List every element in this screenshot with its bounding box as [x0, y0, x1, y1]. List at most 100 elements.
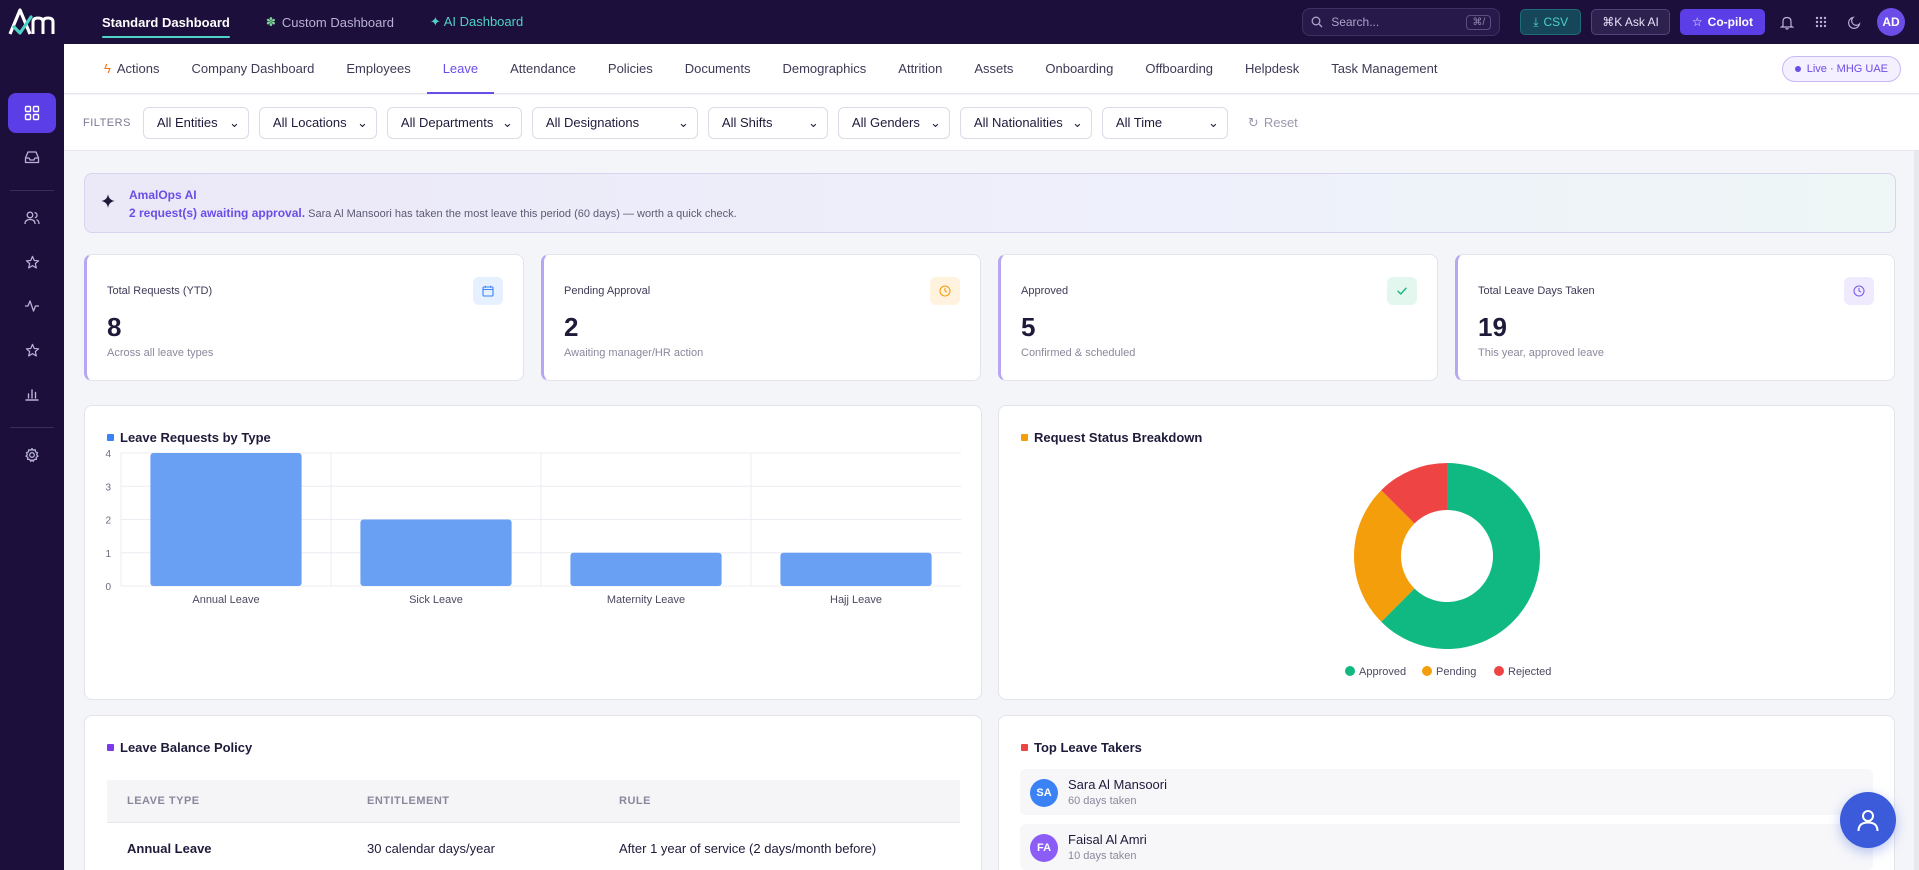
sidebar-item-highlights[interactable]: [8, 330, 56, 370]
page-scrollbar[interactable]: [1914, 151, 1919, 870]
grid-icon: [24, 105, 40, 121]
gear-icon: ✽: [265, 15, 276, 29]
list-item[interactable]: FA Faisal Al Amri 10 days taken: [1020, 824, 1873, 870]
assistant-button[interactable]: [1840, 792, 1896, 848]
chevron-down-icon: ⌄: [229, 114, 240, 130]
tab-policies[interactable]: Policies: [592, 44, 669, 94]
tab-onboarding[interactable]: Onboarding: [1029, 44, 1129, 94]
filters-bar: FILTERS All Entities ⌄ All Locations ⌄ All…: [64, 95, 1919, 151]
y-tick-label: 2: [105, 516, 111, 527]
kpi-value: 2: [564, 312, 579, 342]
sidebar-item-people[interactable]: [8, 198, 56, 238]
sidebar-item-settings[interactable]: [8, 435, 56, 475]
bar-chart-icon: [25, 389, 39, 401]
search-box[interactable]: ⌘/: [1302, 8, 1501, 36]
users-icon: [24, 211, 40, 225]
department-select[interactable]: All Departments ⌄: [386, 106, 522, 139]
top-bar: Standard Dashboard ✽ Custom Dashboard ✦ …: [0, 0, 1919, 44]
tab-custom-dashboard[interactable]: ✽ Custom Dashboard: [248, 0, 412, 44]
table-header-row: LEAVE TYPE ENTITLEMENT RULE: [107, 780, 960, 823]
tab-employees[interactable]: Employees: [330, 44, 426, 94]
kpi-label: Total Leave Days Taken: [1478, 285, 1595, 297]
kpi-total-requests: Total Requests (YTD) 8 Across all leave …: [84, 254, 524, 381]
gender-select[interactable]: All Genders ⌄: [837, 106, 950, 139]
shift-select[interactable]: All Shifts ⌄: [707, 106, 828, 139]
reset-filters-button[interactable]: ↻ Reset: [1248, 115, 1298, 131]
star-icon: ☆: [1691, 15, 1703, 29]
chevron-down-icon: ⌄: [1208, 114, 1219, 130]
ai-banner-message: 2 request(s) awaiting approval. Sara Al …: [129, 206, 737, 220]
sidebar-item-reports[interactable]: [8, 374, 56, 414]
tab-standard-dashboard[interactable]: Standard Dashboard: [84, 0, 248, 44]
avatar: FA: [1030, 834, 1058, 862]
bar-annual-leave: [150, 453, 302, 586]
tab-demographics[interactable]: Demographics: [766, 44, 882, 94]
tab-company-dashboard[interactable]: Company Dashboard: [176, 44, 331, 94]
tab-task-management[interactable]: Task Management: [1315, 44, 1453, 94]
search-input[interactable]: [1331, 15, 1459, 29]
user-avatar[interactable]: AD: [1877, 8, 1905, 36]
refresh-icon: ↻: [1247, 114, 1259, 130]
x-tick-label: Annual Leave: [192, 594, 259, 606]
y-tick-label: 3: [105, 482, 111, 493]
sidebar-item-dashboard[interactable]: [8, 93, 56, 133]
csv-button[interactable]: ⤓ CSV: [1520, 9, 1582, 35]
live-dot-icon: [1794, 65, 1801, 72]
chevron-down-icon: ⌄: [808, 114, 819, 130]
nationality-select[interactable]: All Nationalities ⌄: [959, 106, 1092, 139]
time-select[interactable]: All Time ⌄: [1101, 106, 1228, 139]
leave-requests-bar-chart: 0 1 2 3 4 Annual Leave Sick Leave Maternity Lea…: [105, 449, 961, 606]
tab-attendance[interactable]: Attendance: [494, 44, 592, 94]
tab-actions[interactable]: ϟ Actions: [88, 44, 176, 94]
chevron-down-icon: ⌄: [357, 114, 368, 130]
employee-name: Faisal Al Amri: [1068, 832, 1147, 847]
legend-label: Approved: [1359, 666, 1406, 678]
designation-select[interactable]: All Designations ⌄: [531, 106, 698, 139]
kpi-value: 5: [1021, 312, 1036, 342]
tab-assets[interactable]: Assets: [958, 44, 1029, 94]
kpi-value: 8: [107, 312, 122, 342]
sidebar-item-favorites[interactable]: [8, 242, 56, 282]
bar-sick-leave: [360, 519, 512, 586]
status-breakdown-panel: Request Status Breakdown Approved Pending…: [998, 405, 1895, 700]
live-entity-badge[interactable]: Live · MHG UAE: [1781, 55, 1901, 82]
tab-leave[interactable]: Leave: [426, 44, 495, 94]
legend-label: Pending: [1436, 666, 1476, 678]
tab-documents[interactable]: Documents: [669, 44, 767, 94]
request-status-donut-chart: Approved Pending Rejected: [1345, 463, 1551, 678]
moon-icon[interactable]: [1843, 10, 1867, 34]
title-marker-icon: [1021, 744, 1028, 751]
sidebar-item-activity[interactable]: [8, 286, 56, 326]
tab-offboarding[interactable]: Offboarding: [1129, 44, 1229, 94]
chevron-down-icon: ⌄: [930, 114, 941, 130]
panel-title: Top Leave Takers: [1021, 740, 1142, 755]
user-icon: [1857, 810, 1879, 832]
kpi-label: Pending Approval: [564, 285, 651, 297]
y-tick-label: 4: [105, 449, 111, 460]
location-select[interactable]: All Locations ⌄: [258, 106, 377, 139]
y-tick-label: 1: [105, 549, 111, 560]
column-header: ENTITLEMENT: [347, 780, 599, 823]
kpi-approved: Approved 5 Confirmed & scheduled: [998, 254, 1438, 381]
apps-grid-icon[interactable]: [1809, 10, 1833, 34]
ai-banner-text: Sara Al Mansoori has taken the most leav…: [308, 208, 737, 220]
leave-balance-policy-panel: Leave Balance Policy LEAVE TYPE ENTITLEM…: [84, 715, 982, 870]
gear-icon: [25, 447, 39, 462]
tab-ai-dashboard[interactable]: ✦ AI Dashboard: [412, 0, 541, 44]
sidebar-item-inbox[interactable]: [8, 137, 56, 177]
entity-select[interactable]: All Entities ⌄: [142, 106, 249, 139]
ai-banner-title: AmalOps AI: [129, 188, 197, 202]
copilot-button[interactable]: ☆ Co-pilot: [1679, 9, 1765, 35]
ask-ai-button[interactable]: ⌘K Ask AI: [1591, 9, 1670, 35]
legend-label: Rejected: [1508, 666, 1551, 678]
x-tick-label: Hajj Leave: [830, 594, 882, 606]
list-item[interactable]: SA Sara Al Mansoori 60 days taken: [1020, 769, 1873, 815]
days-taken: 10 days taken: [1068, 850, 1137, 862]
bell-icon[interactable]: [1775, 10, 1799, 34]
tab-attrition[interactable]: Attrition: [882, 44, 958, 94]
activity-icon: [25, 300, 39, 312]
filters-label: FILTERS: [83, 116, 131, 129]
inbox-icon: [24, 151, 40, 164]
tab-helpdesk[interactable]: Helpdesk: [1229, 44, 1315, 94]
app-logo[interactable]: [0, 0, 64, 44]
